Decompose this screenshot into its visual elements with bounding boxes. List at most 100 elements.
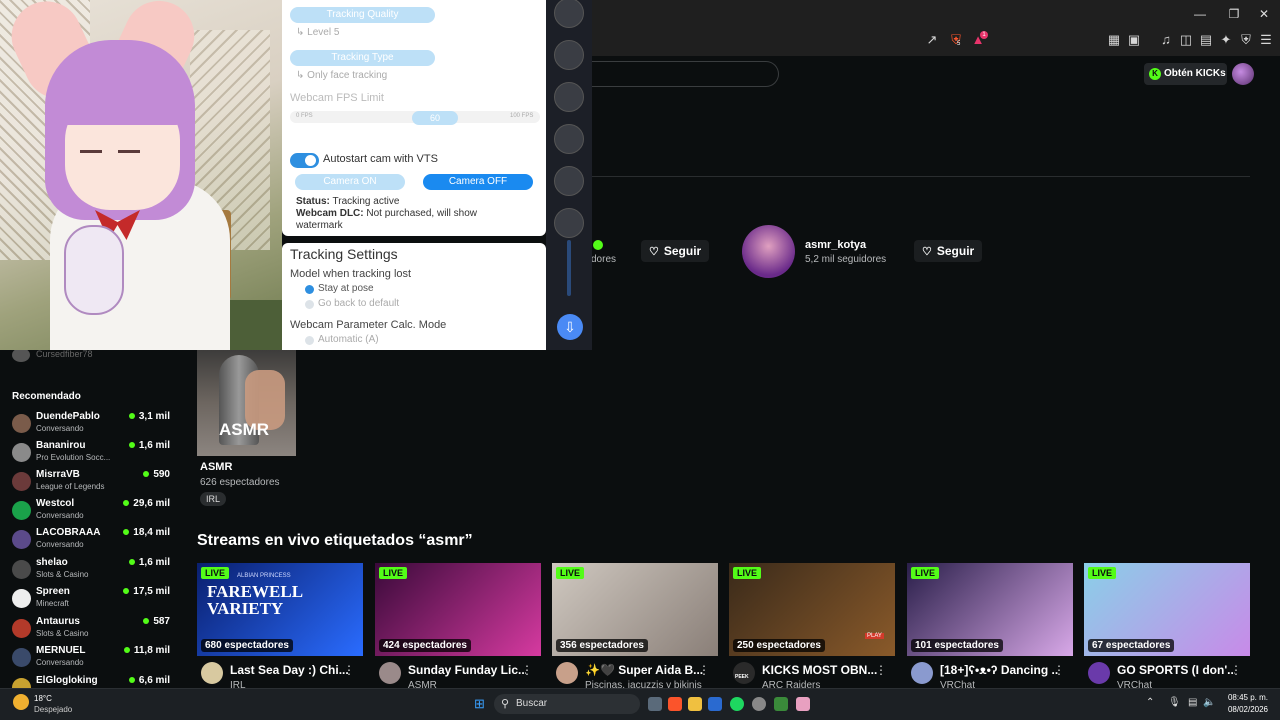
more-options-icon[interactable]: ⋮	[343, 663, 355, 677]
vtube-studio-icon[interactable]	[796, 697, 810, 711]
sidebar-channel-item[interactable]: shelao Slots & Casino 1,6 mil	[12, 557, 174, 585]
stream-thumbnail[interactable]: LIVE 356 espectadores	[552, 563, 718, 656]
minimize-icon[interactable]: —	[1192, 6, 1208, 22]
sidebar-channel-item[interactable]: Antaurus Slots & Casino 587	[12, 616, 174, 644]
stream-card[interactable]: LIVE 424 espectadores Sunday Funday Lic...…	[375, 563, 541, 691]
autostart-toggle[interactable]	[290, 153, 319, 168]
stream-thumbnail[interactable]: PLAY LIVE 250 espectadores	[729, 563, 895, 656]
rail-button[interactable]	[554, 40, 584, 70]
microphone-icon[interactable]: 🎙	[1168, 697, 1181, 708]
stream-title[interactable]: GO SPORTS (I don'...	[1117, 663, 1235, 677]
category-tag[interactable]: IRL	[200, 492, 227, 506]
app-icon[interactable]	[752, 697, 766, 711]
scrollbar[interactable]	[567, 240, 571, 296]
weather-temp[interactable]: 18°C	[34, 694, 52, 703]
leo-icon[interactable]: ✦	[1218, 32, 1234, 48]
more-options-icon[interactable]: ⋮	[875, 663, 887, 677]
app-icon[interactable]	[708, 697, 722, 711]
spotify-icon[interactable]	[730, 697, 744, 711]
sidebar-icon[interactable]: ◫	[1178, 32, 1194, 48]
chevron-up-icon[interactable]: ⌃	[1146, 697, 1154, 708]
restore-icon[interactable]: ❐	[1226, 6, 1242, 22]
rail-button[interactable]	[554, 124, 584, 154]
tracking-quality-value[interactable]: ↳ Level 5	[296, 27, 339, 38]
stream-title[interactable]: [18+]ʕ•ᴥ•ʔ Dancing ...	[940, 663, 1058, 677]
vpn-icon[interactable]: ⛨	[1238, 32, 1254, 48]
option-stay-at-pose[interactable]: Stay at pose	[318, 283, 374, 294]
network-icon[interactable]: ▤	[1188, 697, 1197, 708]
wallet-icon[interactable]: ▤	[1198, 32, 1214, 48]
more-options-icon[interactable]: ⋮	[521, 663, 533, 677]
stream-thumbnail[interactable]: LIVE 424 espectadores	[375, 563, 541, 656]
stream-thumbnail[interactable]: FAREWELL VARIETY ALBIAN PRINCESS LIVE 680 e…	[197, 563, 363, 656]
stream-card[interactable]: FAREWELL VARIETY ALBIAN PRINCESS LIVE 680 e…	[197, 563, 363, 691]
follow-button[interactable]: ♡ Seguir	[641, 240, 710, 262]
sidebar-channel-item[interactable]: Westcol Conversando 29,6 mil	[12, 498, 174, 526]
windows-start-icon[interactable]: ⊞	[474, 697, 488, 711]
stream-card[interactable]: PLAY LIVE 250 espectadores PEEK KICKS MOST O…	[729, 563, 895, 691]
clock-time[interactable]: 08:45 p. m.	[1222, 693, 1268, 702]
sidebar-channel-item[interactable]: DuendePablo Conversando 3,1 mil	[12, 411, 174, 439]
sidebar-channel-item[interactable]: Bananirou Pro Evolution Socc... 1,6 mil	[12, 440, 174, 468]
weather-icon[interactable]	[13, 694, 29, 710]
fps-slider-handle[interactable]: 60	[412, 111, 458, 125]
avatar[interactable]	[556, 662, 578, 684]
sidebar-channel-item[interactable]: LACOBRAAA Conversando 18,4 mil	[12, 527, 174, 555]
sidebar-channel-item[interactable]: Spreen Minecraft 17,5 mil	[12, 586, 174, 614]
avatar[interactable]	[1232, 63, 1254, 85]
option-default[interactable]: Go back to default	[318, 298, 399, 309]
brave-shield-icon[interactable]: ⛨	[948, 32, 964, 48]
radio-unselected-icon[interactable]	[305, 336, 314, 345]
avatar[interactable]	[733, 662, 755, 684]
stream-thumbnail[interactable]: LIVE 101 espectadores	[907, 563, 1073, 656]
stream-title[interactable]: Sunday Funday Lic...	[408, 663, 526, 677]
sidebar-channel-item[interactable]: MERNUEL Conversando 11,8 mil	[12, 645, 174, 673]
stream-card[interactable]: LIVE 101 espectadores [18+]ʕ•ᴥ•ʔ Dancing .…	[907, 563, 1073, 691]
more-options-icon[interactable]: ⋮	[1230, 663, 1242, 677]
clock-date[interactable]: 08/02/2026	[1222, 705, 1268, 714]
rail-button[interactable]	[554, 0, 584, 28]
avatar[interactable]	[742, 225, 795, 278]
media-icon[interactable]: ♫	[1158, 32, 1174, 48]
arrow-down-icon[interactable]: ⇩	[557, 314, 583, 340]
category-thumbnail[interactable]: ASMR	[197, 350, 296, 456]
menu-icon[interactable]: ☰	[1258, 32, 1274, 48]
avatar[interactable]	[911, 662, 933, 684]
avatar[interactable]	[1088, 662, 1110, 684]
close-icon[interactable]: ✕	[1256, 6, 1272, 22]
sidebar-partial-user[interactable]: Cursedfiber78	[36, 349, 93, 359]
camera-on-button[interactable]: Camera ON	[295, 174, 405, 190]
tracking-type-value[interactable]: ↳ Only face tracking	[296, 70, 387, 81]
sidebar-channel-item[interactable]: MisrraVB League of Legends 590	[12, 469, 174, 497]
rail-button[interactable]	[554, 208, 584, 238]
stream-card[interactable]: LIVE 356 espectadores ✨🖤 Super Aida B... Pi…	[552, 563, 718, 691]
extensions-icon[interactable]: ▦	[1106, 32, 1122, 48]
stream-thumbnail[interactable]: LIVE 67 espectadores	[1084, 563, 1250, 656]
get-kicks-button[interactable]: K Obtén KICKs	[1144, 63, 1227, 85]
avatar[interactable]	[201, 662, 223, 684]
app-icon[interactable]	[774, 697, 788, 711]
more-options-icon[interactable]: ⋮	[698, 663, 710, 677]
taskbar-search[interactable]: ⚲ Buscar	[494, 694, 640, 714]
volume-icon[interactable]: 🔈	[1203, 697, 1215, 708]
stream-title[interactable]: ✨🖤 Super Aida B...	[585, 663, 703, 677]
screenshot-icon[interactable]: ▣	[1126, 32, 1142, 48]
category-name[interactable]: ASMR	[200, 461, 232, 473]
rail-button[interactable]	[554, 166, 584, 196]
search-input[interactable]	[560, 61, 779, 87]
follow-button[interactable]: ♡ Seguir	[914, 240, 983, 262]
stream-card[interactable]: LIVE 67 espectadores GO SPORTS (I don'... V…	[1084, 563, 1250, 691]
file-explorer-icon[interactable]	[688, 697, 702, 711]
calc-mode-value[interactable]: Automatic (A)	[318, 334, 379, 345]
stream-title[interactable]: Last Sea Day :) Chi...	[230, 663, 348, 677]
rail-button[interactable]	[554, 82, 584, 112]
radio-unselected-icon[interactable]	[305, 300, 314, 309]
channel-name[interactable]: asmr_kotya	[805, 239, 866, 251]
brave-app-icon[interactable]	[668, 697, 682, 711]
stream-title[interactable]: KICKS MOST OBN...	[762, 663, 880, 677]
task-view-icon[interactable]	[648, 697, 662, 711]
share-icon[interactable]: ↗	[924, 32, 940, 48]
camera-off-button[interactable]: Camera OFF	[423, 174, 533, 190]
radio-selected-icon[interactable]	[305, 285, 314, 294]
avatar[interactable]	[379, 662, 401, 684]
